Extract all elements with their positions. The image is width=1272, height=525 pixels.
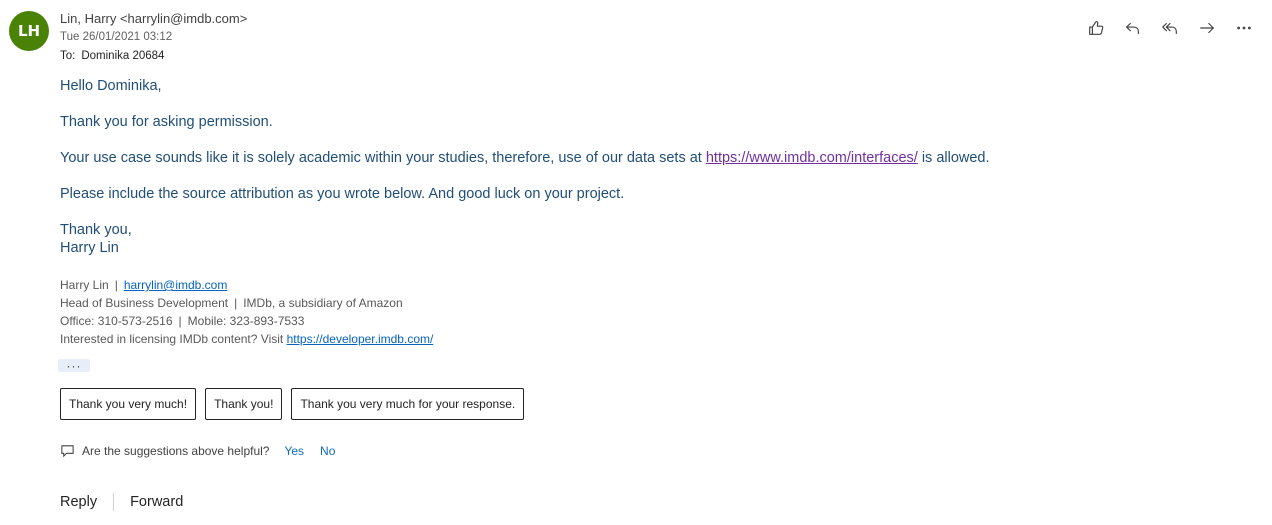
- signature-mobile: Mobile: 323-893-7533: [187, 314, 305, 328]
- forward-button[interactable]: Forward: [130, 494, 183, 510]
- forward-action-button[interactable]: [1197, 18, 1217, 38]
- body-paragraph-3: Please include the source attribution as…: [60, 186, 625, 202]
- reply-all-action-button[interactable]: [1160, 18, 1180, 38]
- feedback-yes-button[interactable]: Yes: [284, 444, 304, 458]
- body-paragraph-1: Thank you for asking permission.: [60, 114, 273, 130]
- signature-line-3: Office: 310-573-2516 | Mobile: 323-893-753…: [60, 312, 433, 330]
- reply-bar: Reply Forward: [60, 493, 183, 511]
- reply-all-icon: [1162, 22, 1177, 34]
- sender-name[interactable]: Lin, Harry <harrylin@imdb.com>: [60, 11, 247, 26]
- suggestion-feedback: Are the suggestions above helpful? Yes N…: [60, 443, 335, 458]
- body-paragraph-2-end: is allowed.: [917, 150, 990, 166]
- imdb-interfaces-link[interactable]: https://www.imdb.com/interfaces/: [706, 150, 918, 166]
- feedback-question: Are the suggestions above helpful?: [82, 443, 270, 458]
- signature-line-1: Harry Lin | harrylin@imdb.com: [60, 276, 433, 294]
- like-icon: [1089, 21, 1104, 35]
- suggested-reply-3[interactable]: Thank you very much for your response.: [291, 388, 525, 420]
- signature-office: Office: 310-573-2516: [60, 314, 173, 328]
- to-label: To:: [60, 50, 76, 62]
- body-paragraph-2: Your use case sounds like it is solely a…: [60, 149, 990, 167]
- greeting: Hello Dominika,: [60, 78, 162, 94]
- forward-icon: [1200, 22, 1214, 34]
- avatar: LH: [9, 11, 49, 51]
- signature-company: IMDb, a subsidiary of Amazon: [243, 296, 403, 310]
- reply-bar-divider: [113, 493, 115, 511]
- reply-button[interactable]: Reply: [60, 494, 97, 510]
- reply-action-button[interactable]: [1123, 18, 1143, 38]
- feedback-no-button[interactable]: No: [320, 444, 335, 458]
- signature-email-link[interactable]: harrylin@imdb.com: [124, 278, 228, 292]
- reply-icon: [1126, 22, 1139, 34]
- closing: Thank you,: [60, 222, 132, 238]
- signature-licensing-text: Interested in licensing IMDb content? Vi…: [60, 332, 287, 346]
- like-button[interactable]: [1086, 18, 1106, 38]
- recipient-line: To: Dominika 20684: [60, 50, 164, 62]
- signature-separator: |: [114, 278, 118, 292]
- comment-icon: [61, 445, 74, 458]
- signature-separator: |: [234, 296, 238, 310]
- closing-name: Harry Lin: [60, 240, 119, 256]
- more-actions-icon: [1237, 26, 1251, 30]
- message-actions: [1086, 18, 1254, 38]
- email-signature: Harry Lin | harrylin@imdb.com Head of Busi…: [60, 276, 433, 348]
- signature-title: Head of Business Development: [60, 296, 229, 310]
- recipient-name[interactable]: Dominika 20684: [81, 50, 164, 62]
- show-trimmed-content-button[interactable]: ···: [58, 359, 90, 372]
- suggested-reply-1[interactable]: Thank you very much!: [60, 388, 197, 420]
- signature-line-2: Head of Business Development | IMDb, a sub…: [60, 294, 433, 312]
- signature-name: Harry Lin: [60, 278, 109, 292]
- signature-separator: |: [178, 314, 182, 328]
- signature-line-4: Interested in licensing IMDb content? Vi…: [60, 330, 433, 348]
- suggested-replies: Thank you very much! Thank you! Thank yo…: [60, 388, 525, 420]
- body-paragraph-2-text: Your use case sounds like it is solely a…: [60, 150, 706, 166]
- developer-imdb-link[interactable]: https://developer.imdb.com/: [287, 332, 434, 346]
- message-date: Tue 26/01/2021 03:12: [60, 31, 173, 43]
- suggested-reply-2[interactable]: Thank you!: [205, 388, 283, 420]
- more-actions-button[interactable]: [1234, 18, 1254, 38]
